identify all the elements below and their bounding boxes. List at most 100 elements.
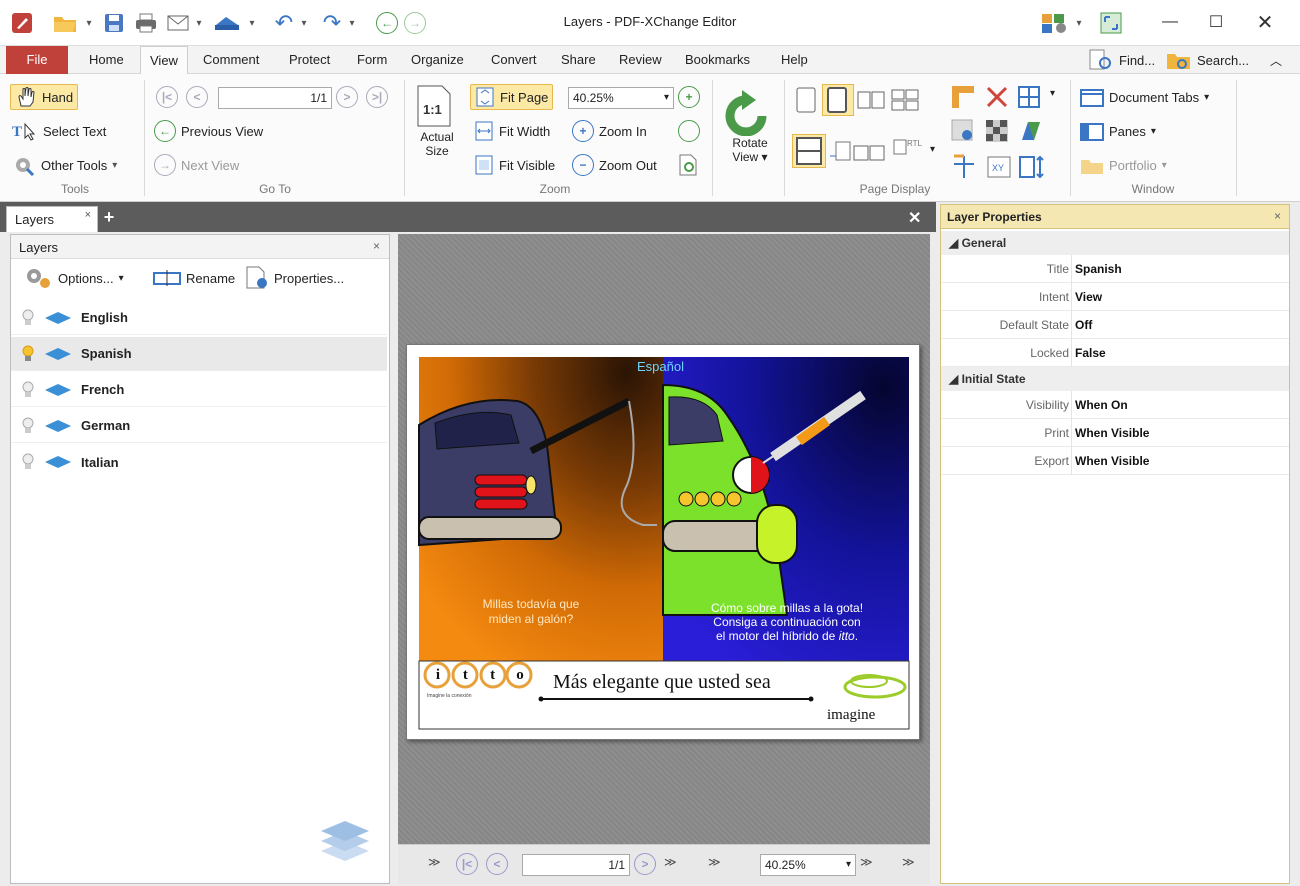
rename-button[interactable]: Rename <box>153 265 235 291</box>
last-page-chevron-icon[interactable]: ≫ <box>664 855 677 869</box>
layer-visibility-bulb-icon[interactable] <box>21 380 35 400</box>
property-row-locked[interactable]: Locked False <box>941 339 1289 367</box>
page-spacing-icon[interactable]: RTL <box>892 136 924 162</box>
fit-width-button[interactable]: Fit Width <box>474 118 550 144</box>
previous-view-button[interactable]: ← Previous View <box>154 118 263 144</box>
layer-visibility-bulb-icon[interactable] <box>21 308 35 328</box>
property-row-visibility[interactable]: Visibility When On <box>941 391 1289 419</box>
close-tab-icon[interactable]: × <box>85 209 91 221</box>
layer-visibility-bulb-icon[interactable] <box>21 452 35 472</box>
zoom-in-magnifier-button[interactable]: + <box>678 84 700 110</box>
two-pages-continuous-icon[interactable] <box>890 88 920 112</box>
next-view-button[interactable]: → Next View <box>154 152 239 178</box>
layer-item-english[interactable]: English <box>11 301 387 335</box>
layer-item-french[interactable]: French <box>11 373 387 407</box>
initial-state-section-header[interactable]: ◢ Initial State <box>941 367 1289 391</box>
property-row-title[interactable]: Title Spanish <box>941 255 1289 283</box>
nav-chevron-icon[interactable]: ≫ <box>708 855 721 869</box>
document-tab[interactable]: Layers × <box>6 206 98 232</box>
minimize-button[interactable]: — <box>1150 6 1190 38</box>
loupe-button[interactable] <box>678 152 698 178</box>
fit-page-button[interactable]: Fit Page <box>470 84 554 110</box>
collapse-chevron-icon[interactable]: ≫ <box>428 855 441 869</box>
properties-button[interactable]: Properties... <box>245 265 344 291</box>
customize-dropdown-icon[interactable]: ▾ <box>1073 9 1085 37</box>
cover-page-icon[interactable] <box>852 140 888 164</box>
layer-visibility-bulb-icon[interactable] <box>21 344 35 364</box>
tab-help[interactable]: Help <box>772 46 817 74</box>
tab-share[interactable]: Share <box>552 46 605 74</box>
zoom-out-button[interactable]: − Zoom Out <box>572 152 657 178</box>
property-row-export[interactable]: Export When Visible <box>941 447 1289 475</box>
bleed-box-icon[interactable] <box>1018 118 1044 144</box>
property-row-intent[interactable]: Intent View <box>941 283 1289 311</box>
zoom-in-button[interactable]: + Zoom In <box>572 118 647 144</box>
single-page-icon[interactable] <box>794 86 820 114</box>
crosshair-icon[interactable] <box>950 154 978 180</box>
general-section-header[interactable]: ◢ General <box>941 231 1289 255</box>
tab-protect[interactable]: Protect <box>280 46 339 74</box>
first-page-button[interactable]: |< <box>156 84 178 110</box>
close-pane-icon[interactable]: × <box>373 239 380 253</box>
tab-comment[interactable]: Comment <box>194 46 268 74</box>
previous-page-button[interactable]: < <box>186 84 208 110</box>
more-chevron-icon[interactable]: ≫ <box>902 855 915 869</box>
grid-icon[interactable] <box>984 84 1010 110</box>
fit-visible-button[interactable]: Fit Visible <box>474 152 555 178</box>
document-view[interactable]: Español Millas todavía que miden al galó… <box>398 234 930 844</box>
close-properties-icon[interactable]: × <box>1274 209 1281 223</box>
layer-item-spanish[interactable]: Spanish <box>11 337 387 371</box>
rulers-icon[interactable] <box>950 84 976 110</box>
last-page-button[interactable]: >| <box>366 84 388 110</box>
tab-bookmarks[interactable]: Bookmarks <box>676 46 759 74</box>
transparency-grid-icon[interactable] <box>984 118 1010 144</box>
coordinates-icon[interactable]: XY <box>986 154 1012 180</box>
options-button[interactable]: Options... ▾ <box>23 265 124 291</box>
other-tools-button[interactable]: Other Tools ▾ <box>12 152 117 178</box>
actual-size-button[interactable]: 1:1 Actual Size <box>414 84 460 174</box>
next-page-nav-button[interactable]: > <box>634 853 656 875</box>
next-page-button[interactable]: > <box>336 84 358 110</box>
zoom-level-select[interactable]: 40.25% ▾ <box>568 87 674 109</box>
guides-dropdown-icon[interactable]: ▾ <box>1050 88 1055 99</box>
search-button[interactable]: Search... <box>1166 47 1249 73</box>
close-button[interactable]: ✕ <box>1245 6 1285 38</box>
zoom-nav-select[interactable]: 40.25% ▾ <box>760 854 856 876</box>
previous-page-nav-button[interactable]: < <box>486 853 508 875</box>
zoom-chevron-icon[interactable]: ≫ <box>860 855 873 869</box>
tab-form[interactable]: Form <box>348 46 396 74</box>
property-row-print[interactable]: Print When Visible <box>941 419 1289 447</box>
tab-home[interactable]: Home <box>80 46 133 74</box>
close-document-icon[interactable]: ✕ <box>908 208 921 228</box>
find-button[interactable]: Find... <box>1088 47 1155 73</box>
customize-icon[interactable] <box>1038 9 1072 37</box>
fullscreen-icon[interactable] <box>1096 9 1126 37</box>
select-text-button[interactable]: T Select Text <box>12 118 106 144</box>
maximize-button[interactable]: ☐ <box>1196 6 1236 38</box>
tab-file[interactable]: File <box>6 46 68 74</box>
tab-convert[interactable]: Convert <box>482 46 546 74</box>
two-pages-icon[interactable] <box>856 88 886 112</box>
new-tab-icon[interactable]: + <box>100 208 118 226</box>
guides-icon[interactable] <box>1016 84 1046 110</box>
rotate-view-button[interactable]: Rotate View ▾ <box>720 88 780 180</box>
split-view-icon[interactable] <box>792 134 826 168</box>
property-row-default-state[interactable]: Default State Off <box>941 311 1289 339</box>
hand-tool-button[interactable]: Hand <box>10 84 79 110</box>
layer-item-italian[interactable]: Italian <box>11 445 387 479</box>
panes-button[interactable]: Panes ▾ <box>1080 118 1156 144</box>
page-layout-icon[interactable] <box>828 140 852 164</box>
page-display-dropdown-icon[interactable]: ▾ <box>930 144 935 155</box>
single-page-continuous-icon[interactable] <box>822 84 854 116</box>
layer-visibility-bulb-icon[interactable] <box>21 416 35 436</box>
snap-icon[interactable] <box>950 118 978 144</box>
page-number-input[interactable]: 1/1 <box>218 87 332 109</box>
first-page-nav-button[interactable]: |< <box>456 853 478 875</box>
marquee-zoom-button[interactable] <box>678 118 700 144</box>
tab-organize[interactable]: Organize <box>402 46 473 74</box>
collapse-ribbon-icon[interactable]: ︿ <box>1270 47 1282 73</box>
document-tabs-button[interactable]: Document Tabs ▾ <box>1080 84 1209 110</box>
page-number-nav-input[interactable]: 1/1 <box>522 854 630 876</box>
tab-review[interactable]: Review <box>610 46 671 74</box>
measure-icon[interactable] <box>1018 154 1046 180</box>
